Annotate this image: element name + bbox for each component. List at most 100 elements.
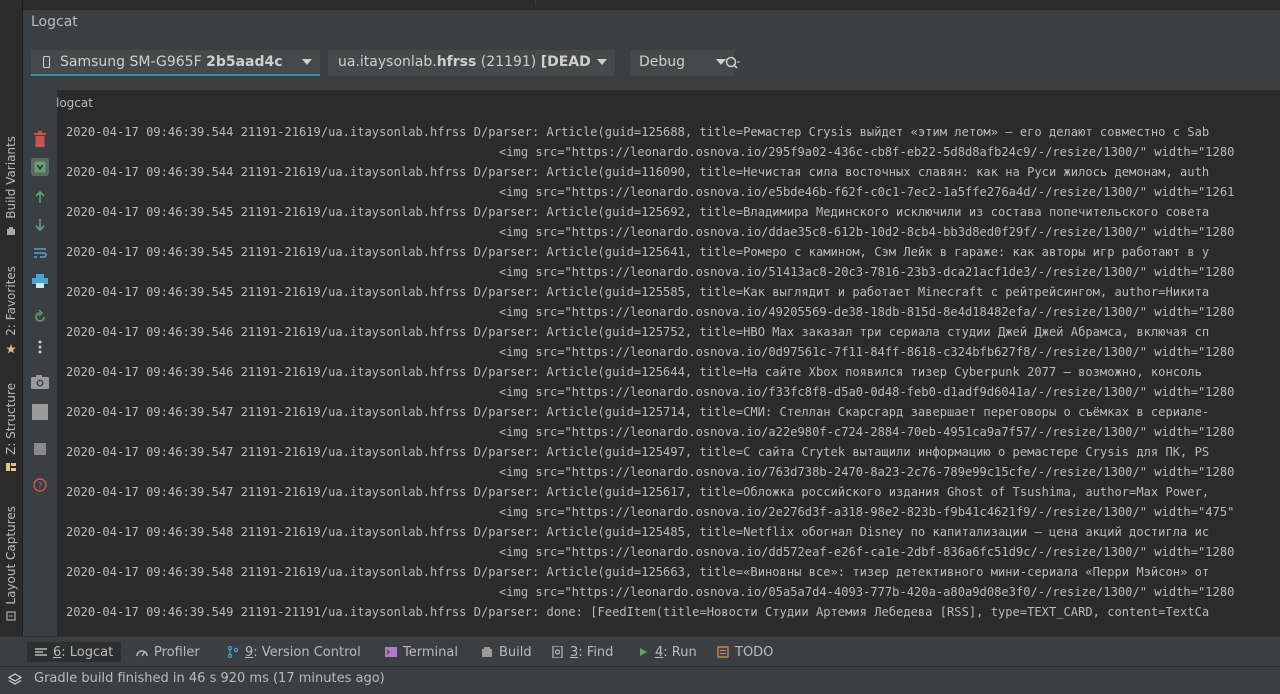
process-state: [DEAD <box>540 54 591 70</box>
more-icon <box>38 340 42 354</box>
logcat-actions-gutter: ? <box>23 90 57 636</box>
log-line-continuation: <img src="https://leonardo.osnova.io/763… <box>499 465 1235 479</box>
tab-version-control[interactable]: 9: Version Control <box>227 642 361 662</box>
search-icon[interactable] <box>724 55 742 73</box>
log-line-continuation: <img src="https://leonardo.osnova.io/dd5… <box>499 545 1235 559</box>
process-selector[interactable]: ua.itaysonlab. hfrss (21191) [DEAD <box>328 50 615 76</box>
layout-captures-icon <box>6 611 16 621</box>
log-line: 2020-04-17 09:46:39.545 21191-21619/ua.i… <box>66 285 1210 299</box>
version-control-icon <box>227 645 239 659</box>
soft-wrap-button[interactable] <box>31 244 49 262</box>
device-serial: 2b5aad4c <box>206 54 283 70</box>
status-bar: Gradle build finished in 46 s 920 ms (17… <box>0 666 1280 694</box>
build-icon <box>481 646 493 658</box>
tab-run[interactable]: 4: Run <box>637 642 697 662</box>
screenshot-button[interactable] <box>31 373 49 391</box>
log-line: 2020-04-17 09:46:39.544 21191-21619/ua.i… <box>66 165 1210 179</box>
side-tab-build-variants[interactable]: Build Variants <box>0 128 22 240</box>
tab-label: : Version Control <box>253 644 361 660</box>
screen-record-icon <box>32 404 48 420</box>
process-pid: (21191) <box>476 54 541 70</box>
help-icon: ? <box>33 478 47 492</box>
restart-icon <box>35 310 45 322</box>
log-line-continuation: <img src="https://leonardo.osnova.io/05a… <box>499 585 1235 599</box>
tab-label: Terminal <box>403 644 458 660</box>
side-tab-label: 2: Favorites <box>4 266 18 336</box>
restart-button[interactable] <box>31 308 49 326</box>
side-tab-structure[interactable]: Z: Structure <box>0 378 22 474</box>
terminal-icon <box>385 646 397 658</box>
help-button[interactable]: ? <box>31 476 49 494</box>
stop-icon <box>34 443 46 455</box>
scroll-to-end-button[interactable] <box>31 158 49 176</box>
tab-todo[interactable]: TODO <box>717 642 773 662</box>
chevron-down-icon <box>597 59 607 65</box>
down-arrow-icon <box>35 219 45 232</box>
event-layers-icon[interactable] <box>8 673 22 687</box>
tab-find[interactable]: 3: Find <box>552 642 613 662</box>
scroll-to-end-icon <box>31 158 49 176</box>
side-tab-layout-captures[interactable]: Layout Captures <box>0 498 22 626</box>
logcat-toolbar: Samsung SM-G965F 2b5aad4c ua.itaysonlab.… <box>23 38 1280 91</box>
log-line: 2020-04-17 09:46:39.547 21191-21619/ua.i… <box>66 405 1210 419</box>
tab-logcat[interactable]: 6: Logcat <box>27 642 122 662</box>
log-line: 2020-04-17 09:46:39.546 21191-21619/ua.i… <box>66 325 1210 339</box>
soft-wrap-icon <box>34 248 47 258</box>
device-selector[interactable]: Samsung SM-G965F 2b5aad4c <box>31 50 320 76</box>
find-icon <box>552 645 564 659</box>
more-button[interactable] <box>31 338 49 356</box>
tab-profiler[interactable]: Profiler <box>136 642 200 662</box>
down-button[interactable] <box>31 216 49 234</box>
log-line: 2020-04-17 09:46:39.548 21191-21619/ua.i… <box>66 525 1210 539</box>
log-level-selector[interactable]: Debug <box>630 50 734 76</box>
bottom-tool-bar: 6: Logcat Profiler 9: Version Control Te… <box>0 636 1280 667</box>
log-line: 2020-04-17 09:46:39.545 21191-21619/ua.i… <box>66 205 1210 219</box>
log-line: 2020-04-17 09:46:39.547 21191-21619/ua.i… <box>66 485 1210 499</box>
logcat-icon <box>35 646 47 658</box>
log-line: 2020-04-17 09:46:39.545 21191-21619/ua.i… <box>66 245 1210 259</box>
logcat-output[interactable]: 2020-04-17 09:46:39.544 21191-21619/ua.i… <box>57 118 1280 636</box>
logcat-panel-header: Logcat <box>23 10 1280 38</box>
tab-label: : Find <box>578 644 614 660</box>
tab-terminal[interactable]: Terminal <box>385 642 458 662</box>
structure-icon <box>6 463 16 471</box>
log-line-continuation: <img src="https://leonardo.osnova.io/a22… <box>499 425 1235 439</box>
phone-icon <box>43 56 50 68</box>
tab-build[interactable]: Build <box>481 642 532 662</box>
star-icon <box>6 344 16 354</box>
print-icon <box>32 274 48 288</box>
build-variants-icon <box>7 227 15 235</box>
tab-key: 4 <box>655 644 664 660</box>
trash-icon <box>34 131 46 147</box>
status-message[interactable]: Gradle build finished in 46 s 920 ms (17… <box>34 671 385 686</box>
side-tab-label: Layout Captures <box>4 505 18 605</box>
log-line-continuation: <img src="https://leonardo.osnova.io/492… <box>499 305 1235 319</box>
tab-key: 6 <box>53 644 62 660</box>
up-button[interactable] <box>31 188 49 206</box>
tab-label: Build <box>499 644 532 660</box>
side-tab-label: Build Variants <box>4 135 18 219</box>
log-line: 2020-04-17 09:46:39.549 21191-21191/ua.i… <box>66 605 1210 619</box>
profiler-icon <box>136 646 148 658</box>
log-line: 2020-04-17 09:46:39.548 21191-21619/ua.i… <box>66 565 1210 579</box>
logcat-label-text: logcat <box>56 96 93 110</box>
svg-text:?: ? <box>38 482 43 492</box>
print-button[interactable] <box>31 272 49 290</box>
side-tab-label: Z: Structure <box>4 383 18 455</box>
screen-record-button[interactable] <box>31 403 49 421</box>
log-level-value: Debug <box>639 54 686 70</box>
log-line-continuation: <img src="https://leonardo.osnova.io/2e2… <box>499 505 1235 519</box>
left-tool-stripe: Build Variants 2: Favorites Z: Structure… <box>0 0 23 636</box>
clear-logcat-button[interactable] <box>31 130 49 148</box>
chevron-down-icon <box>302 59 312 65</box>
log-line: 2020-04-17 09:46:39.547 21191-21619/ua.i… <box>66 445 1210 459</box>
run-icon <box>637 646 649 658</box>
editor-divider <box>535 0 536 6</box>
log-line-continuation: <img src="https://leonardo.osnova.io/295… <box>499 145 1235 159</box>
side-tab-favorites[interactable]: 2: Favorites <box>0 258 22 358</box>
device-name: Samsung SM-G965F <box>60 54 202 70</box>
stop-button[interactable] <box>31 440 49 458</box>
screenshot-icon <box>31 375 49 389</box>
tab-label: TODO <box>735 644 774 660</box>
up-arrow-icon <box>35 190 45 203</box>
